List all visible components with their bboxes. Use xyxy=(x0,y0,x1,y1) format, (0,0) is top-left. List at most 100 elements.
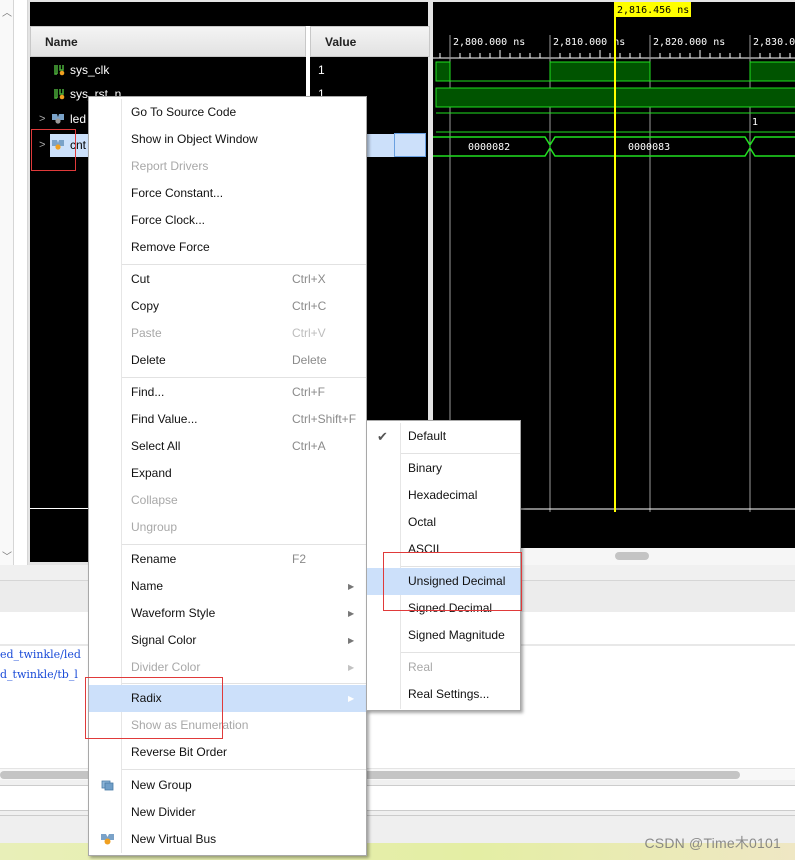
menu-item-label: Go To Source Code xyxy=(131,105,237,119)
menu-item-find[interactable]: Find... Ctrl+F xyxy=(89,379,366,406)
signal-name: cnt xyxy=(70,138,87,152)
scope-panel-scrollbar[interactable]: ︿ ﹀ xyxy=(0,0,14,565)
menu-item-waveform-style[interactable]: Waveform Style ▶ xyxy=(89,600,366,627)
time-tick-label: 2,830.0 xyxy=(753,37,795,48)
watermark: CSDN @Time木0101 xyxy=(644,835,781,851)
menu-item-label: Octal xyxy=(408,515,437,529)
submenu-arrow-icon: ▶ xyxy=(348,609,355,618)
menu-item-label: Paste xyxy=(131,326,162,340)
menu-item-label: Divider Color xyxy=(131,660,201,674)
menu-item-shortcut: Delete xyxy=(292,353,327,367)
menu-item-show-in-object-window[interactable]: Show in Object Window xyxy=(89,126,366,153)
signal-context-menu: Go To Source Code Show in Object Window … xyxy=(88,96,367,856)
menu-item-rename[interactable]: Rename F2 xyxy=(89,546,366,573)
name-column-header[interactable]: Name xyxy=(30,26,306,57)
submenu-arrow-icon: ▶ xyxy=(348,582,355,591)
time-tick-label: 2,820.000 ns xyxy=(653,37,725,48)
virtual-bus-icon xyxy=(101,834,114,845)
menu-item-go-to-source-code[interactable]: Go To Source Code xyxy=(89,99,366,126)
menu-item-reverse-bit-order[interactable]: Reverse Bit Order xyxy=(89,739,366,766)
menu-item-delete[interactable]: Delete Delete xyxy=(89,347,366,374)
menu-item-expand[interactable]: Expand xyxy=(89,460,366,487)
menu-item-new-group[interactable]: New Group xyxy=(89,772,366,799)
bus-signal-icon xyxy=(52,114,64,124)
time-tick-label: 2,800.000 ns xyxy=(453,37,525,48)
menu-item-label: New Virtual Bus xyxy=(131,832,217,846)
menu-item-label: Expand xyxy=(131,466,172,480)
radix-ascii[interactable]: ASCII xyxy=(367,536,520,563)
console-line: d_twinkle/tb_l xyxy=(0,668,78,681)
scroll-up-icon[interactable]: ︿ xyxy=(0,4,14,19)
signal-row-sys-clk[interactable]: sys_clk 1 xyxy=(30,58,428,82)
menu-item-label: Name xyxy=(131,579,164,593)
menu-item-label: Cut xyxy=(131,272,150,286)
cnt-value-label: 0000082 xyxy=(468,142,510,153)
radix-real: Real xyxy=(367,654,520,681)
menu-item-label: New Group xyxy=(131,778,192,792)
menu-item-shortcut: Ctrl+F xyxy=(292,385,325,399)
menu-separator xyxy=(122,264,366,265)
menu-item-remove-force[interactable]: Remove Force xyxy=(89,234,366,261)
menu-item-label: Ungroup xyxy=(131,520,178,534)
radix-binary[interactable]: Binary xyxy=(367,455,520,482)
menu-item-shortcut: Ctrl+A xyxy=(292,439,326,453)
menu-item-label: Waveform Style xyxy=(131,606,216,620)
menu-item-label: Find Value... xyxy=(131,412,198,426)
menu-item-signal-color[interactable]: Signal Color ▶ xyxy=(89,627,366,654)
menu-item-label: Find... xyxy=(131,385,165,399)
radix-default[interactable]: ✔ Default xyxy=(367,423,520,450)
menu-item-report-drivers: Report Drivers xyxy=(89,153,366,180)
menu-item-ungroup: Ungroup xyxy=(89,514,366,541)
menu-item-force-clock[interactable]: Force Clock... xyxy=(89,207,366,234)
menu-item-cut[interactable]: Cut Ctrl+X xyxy=(89,266,366,293)
menu-item-label: Collapse xyxy=(131,493,178,507)
expand-chevron-icon[interactable]: > xyxy=(39,133,45,157)
console-line: ed_twinkle/led xyxy=(0,648,81,661)
menu-item-new-divider[interactable]: New Divider xyxy=(89,799,366,826)
radix-signed-decimal[interactable]: Signed Decimal xyxy=(367,595,520,622)
checkmark-icon: ✔ xyxy=(377,429,388,444)
signal-value: 1 xyxy=(318,63,325,77)
bus-signal-icon xyxy=(52,140,64,150)
menu-item-show-as-enumeration: Show as Enumeration xyxy=(89,712,366,739)
menu-item-find-value[interactable]: Find Value... Ctrl+Shift+F xyxy=(89,406,366,433)
menu-item-label: Real Settings... xyxy=(408,687,490,701)
led-value-label: 1 xyxy=(752,117,758,128)
menu-item-shortcut: F2 xyxy=(292,552,307,566)
menu-item-shortcut: Ctrl+X xyxy=(292,272,326,286)
menu-item-radix[interactable]: Radix ▶ xyxy=(89,685,366,712)
scroll-down-icon[interactable]: ﹀ xyxy=(0,548,14,563)
signal-name: sys_clk xyxy=(70,63,110,77)
menu-item-name[interactable]: Name ▶ xyxy=(89,573,366,600)
radix-octal[interactable]: Octal xyxy=(367,509,520,536)
menu-item-label: Radix xyxy=(131,691,162,705)
menu-item-collapse: Collapse xyxy=(89,487,366,514)
radix-real-settings[interactable]: Real Settings... xyxy=(367,681,520,708)
menu-item-label: Remove Force xyxy=(131,240,210,254)
radix-signed-magnitude[interactable]: Signed Magnitude xyxy=(367,622,520,649)
menu-item-select-all[interactable]: Select All Ctrl+A xyxy=(89,433,366,460)
submenu-arrow-icon: ▶ xyxy=(348,663,355,672)
radix-unsigned-decimal[interactable]: Unsigned Decimal xyxy=(367,568,520,595)
submenu-arrow-icon: ▶ xyxy=(348,694,355,703)
cnt-value-label: 0000083 xyxy=(628,142,670,153)
hscroll-thumb[interactable] xyxy=(615,552,649,560)
submenu-arrow-icon: ▶ xyxy=(348,636,355,645)
menu-item-force-constant[interactable]: Force Constant... xyxy=(89,180,366,207)
menu-item-paste: Paste Ctrl+V xyxy=(89,320,366,347)
new-group-icon xyxy=(101,780,114,791)
menu-separator xyxy=(401,652,520,653)
menu-item-copy[interactable]: Copy Ctrl+C xyxy=(89,293,366,320)
menu-item-label: Show in Object Window xyxy=(131,132,258,146)
names-toolbar-area xyxy=(30,2,428,26)
sys-clk-high-segment xyxy=(749,61,795,82)
menu-item-new-virtual-bus[interactable]: New Virtual Bus xyxy=(89,826,366,853)
menu-separator xyxy=(122,544,366,545)
menu-item-label: Select All xyxy=(131,439,181,453)
menu-separator xyxy=(401,453,520,454)
value-column-header[interactable]: Value xyxy=(310,26,430,57)
menu-item-shortcut: Ctrl+Shift+F xyxy=(292,412,357,426)
radix-hexadecimal[interactable]: Hexadecimal xyxy=(367,482,520,509)
menu-item-label: Signed Magnitude xyxy=(408,628,505,642)
expand-chevron-icon[interactable]: > xyxy=(39,107,45,131)
